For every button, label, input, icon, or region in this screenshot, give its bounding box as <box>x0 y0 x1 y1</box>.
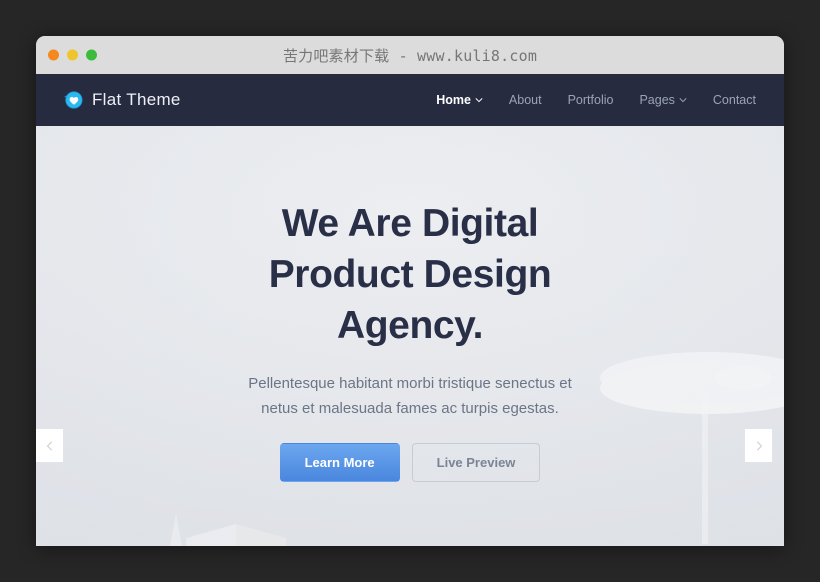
carousel-next-button[interactable] <box>745 429 772 462</box>
close-button[interactable] <box>48 49 59 61</box>
window-titlebar: 苦力吧素材下载 - www.kuli8.com <box>36 36 784 74</box>
hero-heading-line-3: Agency. <box>336 304 484 347</box>
nav-item-pages-label: Pages <box>639 93 675 107</box>
nav-item-about[interactable]: About <box>509 93 542 107</box>
learn-more-button[interactable]: Learn More <box>279 443 400 482</box>
nav-item-portfolio[interactable]: Portfolio <box>568 93 614 107</box>
nav-item-pages[interactable]: Pages <box>639 93 687 107</box>
hero-heading-line-2: Product Design <box>268 253 552 296</box>
minimize-button[interactable] <box>67 49 78 61</box>
hero-subtitle: Pellentesque habitant morbi tristique se… <box>248 375 572 417</box>
site-navbar: Flat Theme Home About Portfolio Pages Co… <box>36 74 784 126</box>
brand-logo-link[interactable]: Flat Theme <box>62 89 181 111</box>
nav-item-about-label: About <box>508 93 542 107</box>
chevron-down-icon <box>679 96 687 104</box>
nav-item-contact[interactable]: Contact <box>713 93 756 107</box>
chevron-left-icon <box>45 440 55 451</box>
hero-action-buttons: Learn More Live Preview <box>36 443 784 482</box>
primary-navigation: Home About Portfolio Pages Contact <box>436 93 756 107</box>
nav-item-home-label: Home <box>436 93 471 107</box>
window-title: 苦力吧素材下载 - www.kuli8.com <box>282 46 538 65</box>
nav-item-home[interactable]: Home <box>436 93 483 107</box>
hero-heading-line-1: We Are Digital <box>281 202 539 245</box>
brand-name: Flat Theme <box>92 90 181 109</box>
chevron-right-icon <box>754 440 764 451</box>
hero-content: We Are Digital Product Design Agency. Pe… <box>36 126 784 482</box>
nav-item-portfolio-label: Portfolio <box>567 93 614 107</box>
hero-heading: We Are Digital Product Design Agency. <box>36 198 784 351</box>
carousel-prev-button[interactable] <box>36 429 63 462</box>
nav-item-contact-label: Contact <box>712 93 756 107</box>
window-controls <box>48 49 97 61</box>
shield-heart-icon <box>62 89 84 111</box>
live-preview-button[interactable]: Live Preview <box>411 443 541 482</box>
hero-section: We Are Digital Product Design Agency. Pe… <box>36 126 784 546</box>
maximize-button[interactable] <box>86 49 97 61</box>
chevron-down-icon <box>475 96 483 104</box>
browser-window: 苦力吧素材下载 - www.kuli8.com Flat Theme Home <box>36 36 784 546</box>
